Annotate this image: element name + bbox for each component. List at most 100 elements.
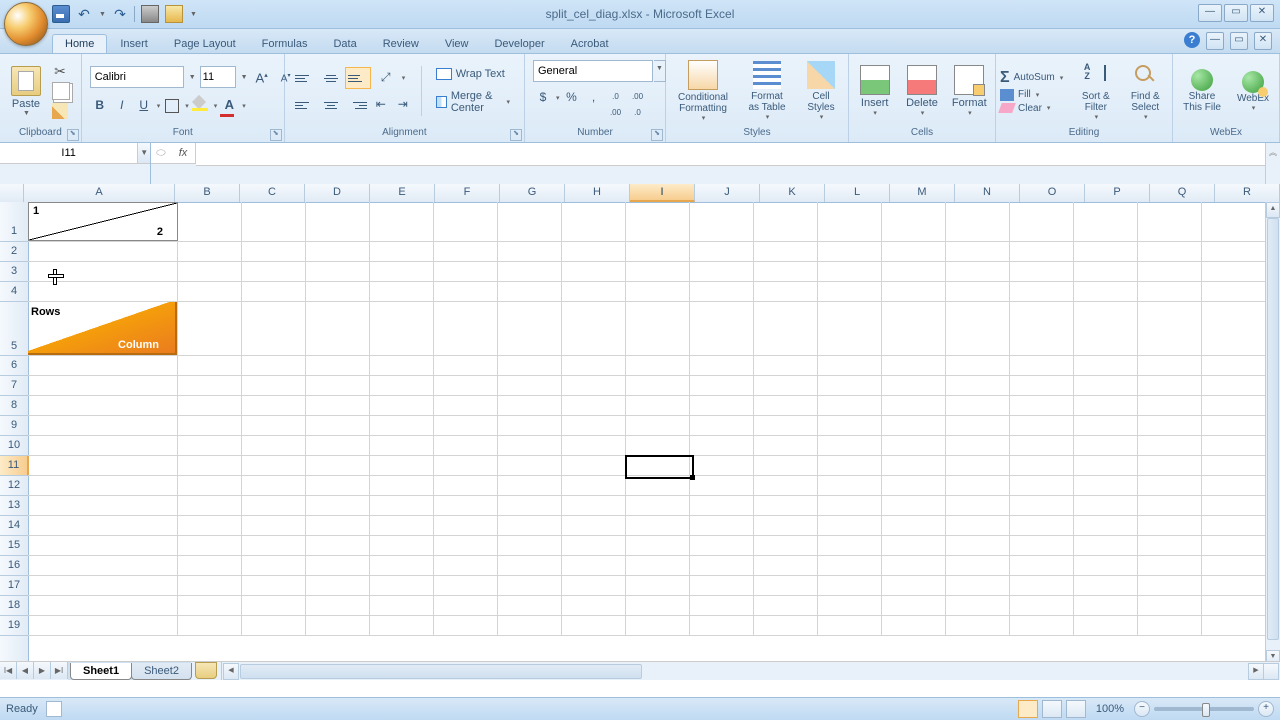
cell[interactable] <box>178 356 242 375</box>
cell[interactable] <box>498 516 562 535</box>
row-header[interactable]: 2 <box>0 242 28 262</box>
cell[interactable] <box>1010 436 1074 455</box>
cell[interactable] <box>626 616 690 635</box>
cell[interactable] <box>434 356 498 375</box>
cell[interactable] <box>242 456 306 475</box>
dropdown-icon[interactable]: ▾ <box>214 102 218 110</box>
cell[interactable] <box>242 262 306 281</box>
cell[interactable] <box>498 262 562 281</box>
cell[interactable] <box>1074 616 1138 635</box>
select-all-corner[interactable] <box>0 184 24 202</box>
cell[interactable] <box>1202 396 1266 415</box>
cell[interactable] <box>1074 496 1138 515</box>
cell[interactable] <box>498 616 562 635</box>
cell[interactable] <box>1010 536 1074 555</box>
cell[interactable] <box>690 616 754 635</box>
cell[interactable] <box>690 202 754 241</box>
column-header[interactable]: A <box>24 184 175 202</box>
cell[interactable] <box>946 496 1010 515</box>
cell[interactable] <box>1010 556 1074 575</box>
cell[interactable] <box>242 516 306 535</box>
cell[interactable] <box>178 396 242 415</box>
cell[interactable] <box>626 356 690 375</box>
cell[interactable] <box>818 476 882 495</box>
cell[interactable] <box>242 282 306 301</box>
cell[interactable] <box>946 242 1010 261</box>
cell[interactable] <box>754 496 818 515</box>
cell[interactable] <box>434 516 498 535</box>
workbook-close-button[interactable]: ✕ <box>1254 32 1272 50</box>
align-center-button[interactable] <box>319 95 343 115</box>
cell[interactable] <box>1010 282 1074 301</box>
cell[interactable] <box>1010 476 1074 495</box>
cell[interactable] <box>1074 262 1138 281</box>
cell[interactable] <box>242 476 306 495</box>
dialog-launcher-icon[interactable]: ⬊ <box>270 129 282 141</box>
cell[interactable] <box>498 476 562 495</box>
format-cells-button[interactable]: Format▾ <box>948 63 991 119</box>
find-select-button[interactable]: Find & Select▾ <box>1123 59 1168 123</box>
cell[interactable] <box>690 302 754 355</box>
cell[interactable] <box>562 202 626 241</box>
cell[interactable] <box>28 376 178 395</box>
cell-styles-button[interactable]: Cell Styles▾ <box>798 59 844 123</box>
clear-button[interactable]: Clear▾ <box>1000 102 1069 115</box>
cell[interactable] <box>690 416 754 435</box>
cell[interactable] <box>242 616 306 635</box>
page-layout-view-button[interactable] <box>1042 700 1062 718</box>
tab-formulas[interactable]: Formulas <box>249 34 321 53</box>
cell[interactable] <box>1074 516 1138 535</box>
column-header[interactable]: H <box>565 184 630 202</box>
cell[interactable] <box>242 396 306 415</box>
cell[interactable] <box>1074 536 1138 555</box>
cell[interactable] <box>1202 516 1266 535</box>
qat-customize-icon[interactable]: ▼ <box>190 11 197 18</box>
cell[interactable] <box>434 242 498 261</box>
column-header[interactable]: J <box>695 184 760 202</box>
tab-data[interactable]: Data <box>320 34 369 53</box>
cell[interactable] <box>1074 396 1138 415</box>
column-header[interactable]: L <box>825 184 890 202</box>
insert-cells-button[interactable]: Insert▾ <box>853 63 896 119</box>
cell[interactable] <box>946 282 1010 301</box>
decrease-indent-button[interactable]: ⇤ <box>371 95 391 115</box>
cell[interactable] <box>1010 396 1074 415</box>
cell[interactable] <box>306 476 370 495</box>
cell[interactable] <box>1074 242 1138 261</box>
cell[interactable] <box>498 356 562 375</box>
cell[interactable]: 12 <box>28 202 178 241</box>
cell[interactable] <box>818 282 882 301</box>
cell[interactable] <box>882 436 946 455</box>
cell[interactable] <box>562 302 626 355</box>
cell[interactable] <box>306 376 370 395</box>
cell[interactable] <box>1010 356 1074 375</box>
cell[interactable] <box>434 416 498 435</box>
print-icon[interactable] <box>141 5 159 23</box>
cell[interactable] <box>306 262 370 281</box>
cell[interactable] <box>1138 496 1202 515</box>
cell[interactable] <box>818 536 882 555</box>
cell[interactable] <box>626 376 690 395</box>
cell[interactable] <box>306 302 370 355</box>
cell[interactable] <box>242 302 306 355</box>
cell[interactable] <box>626 596 690 615</box>
cell[interactable] <box>1202 376 1266 395</box>
cell[interactable] <box>178 616 242 635</box>
cell[interactable] <box>1010 616 1074 635</box>
fill-color-button[interactable] <box>191 96 211 116</box>
cell[interactable] <box>498 302 562 355</box>
cell[interactable] <box>306 556 370 575</box>
cell[interactable] <box>1202 456 1266 475</box>
cell[interactable] <box>562 262 626 281</box>
column-header[interactable]: E <box>370 184 435 202</box>
row-header[interactable]: 9 <box>0 416 28 436</box>
cell[interactable] <box>754 516 818 535</box>
column-header[interactable]: G <box>500 184 565 202</box>
cell[interactable] <box>370 262 434 281</box>
cell[interactable] <box>690 456 754 475</box>
open-icon[interactable] <box>165 5 183 23</box>
cell[interactable] <box>690 576 754 595</box>
horizontal-scrollbar[interactable]: ◀ ▶ <box>221 662 1280 680</box>
cell[interactable] <box>178 556 242 575</box>
dropdown-icon[interactable]: ▼ <box>654 60 666 82</box>
